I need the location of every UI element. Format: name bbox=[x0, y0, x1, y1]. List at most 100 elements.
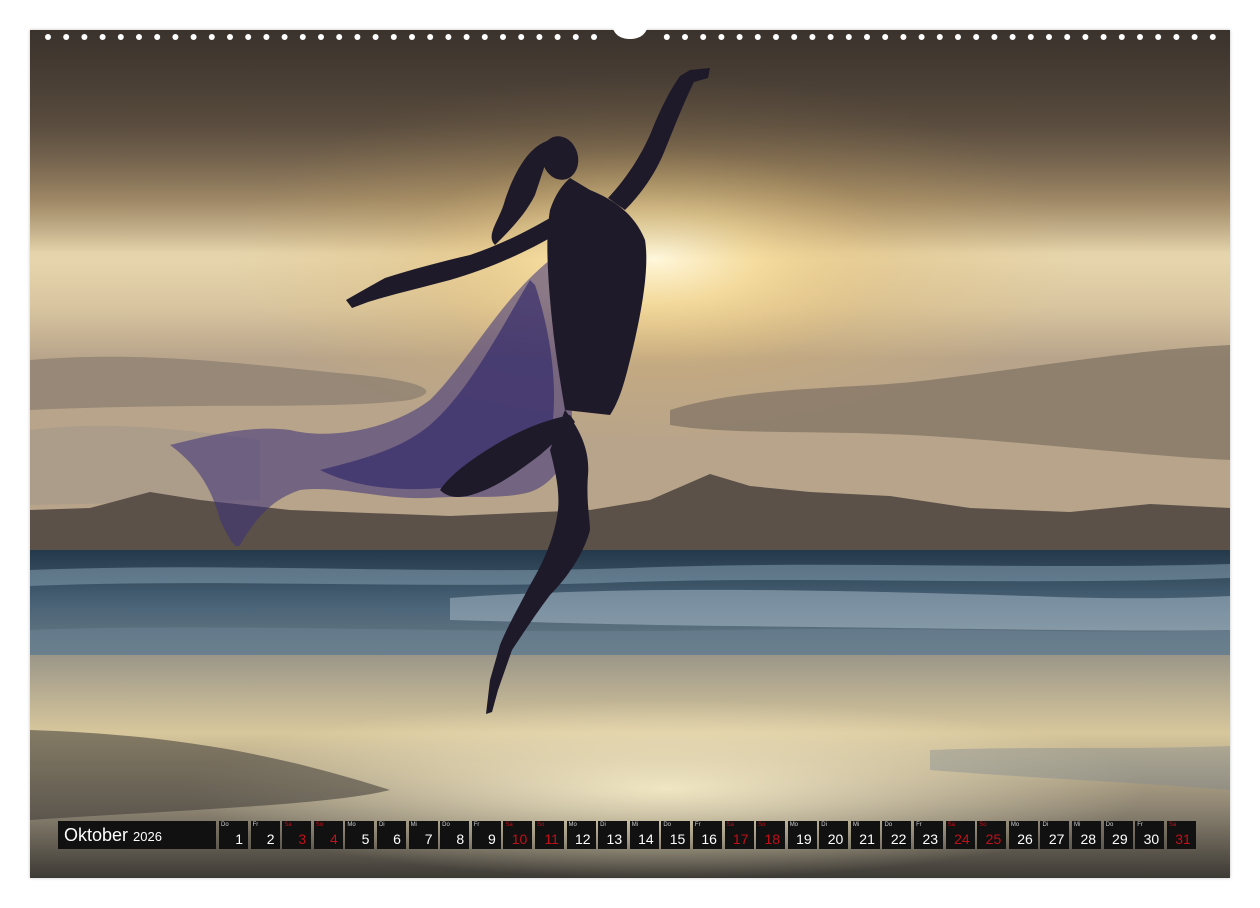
binding-hole-dot bbox=[136, 34, 142, 40]
weekday-label: So bbox=[758, 822, 766, 828]
binding-hole-dot bbox=[682, 34, 688, 40]
day-number: 19 bbox=[796, 831, 812, 847]
weekday-label: Mo bbox=[789, 822, 799, 828]
day-number: 27 bbox=[1048, 831, 1065, 847]
day-cell: Mo 19 bbox=[787, 821, 817, 849]
day-number: 11 bbox=[544, 831, 559, 847]
binding-hole-dot bbox=[973, 34, 980, 40]
binding-hole-dot bbox=[1118, 34, 1125, 40]
day-cell: Do 15 bbox=[661, 821, 691, 849]
binding-hole-dot bbox=[1191, 34, 1198, 40]
day-cell: Fr 9 bbox=[471, 821, 501, 849]
binding-hole-dot bbox=[754, 34, 761, 40]
day-number: 25 bbox=[985, 831, 1002, 847]
binding-hole-dot bbox=[190, 34, 197, 40]
day-cell: So 11 bbox=[534, 821, 564, 849]
day-number: 6 bbox=[393, 831, 401, 847]
day-cell: Fr 16 bbox=[692, 821, 722, 849]
day-number: 21 bbox=[859, 831, 875, 847]
weekday-label: Fr bbox=[916, 822, 922, 828]
binding-hole-dot bbox=[736, 34, 743, 40]
weekday-label: Do bbox=[442, 822, 450, 828]
day-number: 9 bbox=[487, 831, 496, 847]
day-cell: Sa 3 bbox=[282, 821, 312, 849]
binding-hole-dot bbox=[591, 34, 597, 40]
day-cell: Di 6 bbox=[376, 821, 406, 849]
binding-hole-dot bbox=[1155, 34, 1162, 40]
day-cell: Mi 21 bbox=[850, 821, 880, 849]
day-number: 12 bbox=[574, 831, 591, 847]
day-cell: Mo 12 bbox=[566, 821, 596, 849]
weekday-label: Do bbox=[663, 822, 671, 828]
day-number: 13 bbox=[606, 831, 623, 847]
day-number: 15 bbox=[669, 831, 686, 847]
weekday-label: Fr bbox=[473, 822, 480, 828]
calendar-page: Oktober 2026 Do 1 Fr 2 Sa 3 So 4 Mo 5 Di 6 Mi 7 Do 8 Fr 9… bbox=[0, 0, 1260, 908]
weekday-label: Mo bbox=[1010, 822, 1020, 828]
binding-hole-dot bbox=[445, 34, 452, 40]
day-cell: Do 8 bbox=[440, 821, 470, 849]
binding-hole-dot bbox=[227, 34, 233, 40]
binding-hole-dot bbox=[773, 34, 779, 40]
binding-hole-dot bbox=[827, 34, 834, 40]
binding-hole-dot bbox=[299, 34, 306, 40]
binding-hole-dot bbox=[1173, 34, 1180, 40]
binding-hole-dot bbox=[1209, 34, 1216, 40]
hanger-notch bbox=[612, 22, 648, 46]
day-number: 4 bbox=[329, 831, 338, 847]
day-number: 31 bbox=[1175, 831, 1191, 847]
weekday-label: Sa bbox=[505, 822, 513, 828]
binding-hole-dot bbox=[117, 34, 124, 40]
day-cell: Sa 31 bbox=[1166, 821, 1196, 849]
day-number: 7 bbox=[424, 831, 433, 847]
day-cell: Mi 28 bbox=[1072, 821, 1102, 849]
day-number: 22 bbox=[890, 831, 907, 847]
day-cell: Do 1 bbox=[219, 821, 248, 849]
day-cell: Do 29 bbox=[1103, 821, 1133, 849]
binding-hole-dot bbox=[1100, 34, 1107, 40]
binding-hole-dot bbox=[45, 34, 51, 40]
weekday-label: Di bbox=[378, 822, 385, 828]
binding-hole-dot bbox=[99, 34, 106, 40]
day-cell: Mo 5 bbox=[345, 821, 375, 849]
weekday-label: Sa bbox=[726, 822, 734, 828]
binding-hole-dot bbox=[172, 34, 179, 40]
month-label: Oktober 2026 bbox=[58, 821, 216, 849]
binding-hole-dot bbox=[809, 34, 816, 40]
weekday-label: So bbox=[315, 822, 324, 828]
binding-hole-dot bbox=[390, 34, 397, 40]
day-number: 2 bbox=[266, 831, 275, 847]
binding-hole-dot bbox=[500, 34, 506, 40]
day-cell: Mo 26 bbox=[1008, 821, 1038, 849]
binding-hole-dot bbox=[318, 34, 324, 40]
day-cell: So 18 bbox=[756, 821, 786, 849]
binding-hole-dot bbox=[208, 34, 215, 40]
binding-hole-dot bbox=[463, 34, 470, 40]
binding-hole-dot bbox=[1046, 34, 1052, 40]
binding-hole-dot bbox=[663, 34, 670, 40]
weekday-label: Fr bbox=[694, 822, 701, 828]
binding-hole-dot bbox=[572, 34, 579, 40]
weekday-label: Di bbox=[1042, 822, 1049, 828]
weekday-label: Di bbox=[821, 822, 827, 828]
day-number: 18 bbox=[764, 831, 781, 847]
binding-hole-dot bbox=[845, 34, 852, 40]
day-cell: Sa 17 bbox=[724, 821, 754, 849]
binding-hole-dot bbox=[1137, 34, 1143, 40]
binding-hole-dot bbox=[864, 34, 870, 40]
day-number: 28 bbox=[1080, 831, 1097, 847]
binding-hole-dot bbox=[518, 34, 525, 40]
binding-hole-dot bbox=[882, 34, 889, 40]
binding-hole-dot bbox=[372, 34, 379, 40]
binding-hole-dot bbox=[245, 34, 252, 40]
weekday-label: Do bbox=[884, 822, 893, 828]
day-cell: Mi 14 bbox=[629, 821, 659, 849]
weekday-label: Sa bbox=[284, 822, 292, 828]
day-cell: Di 13 bbox=[598, 821, 628, 849]
binding-hole-dot bbox=[918, 34, 925, 40]
month-year: 2026 bbox=[133, 829, 162, 844]
day-number: 1 bbox=[235, 831, 243, 847]
binding-hole-dot bbox=[955, 34, 961, 40]
calendar-strip: Oktober 2026 Do 1 Fr 2 Sa 3 So 4 Mo 5 Di 6 Mi 7 Do 8 Fr 9… bbox=[58, 821, 1198, 849]
binding-hole-dot bbox=[700, 34, 707, 40]
